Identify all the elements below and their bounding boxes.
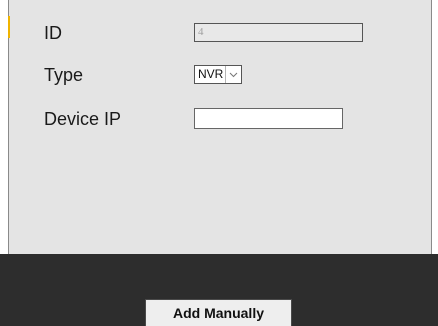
device-ip-label: Device IP xyxy=(44,109,122,129)
accent-marker xyxy=(8,16,10,38)
type-label: Type xyxy=(44,65,84,85)
type-select-value: NVR xyxy=(198,67,224,81)
device-ip-input[interactable] xyxy=(194,108,343,129)
id-label: ID xyxy=(44,23,62,43)
chevron-down-icon[interactable] xyxy=(225,66,241,83)
type-select[interactable]: NVR xyxy=(194,65,243,84)
id-field: 4 xyxy=(194,23,363,42)
add-device-dialog: ID 4 Type NVR Device IP Add Manually xyxy=(0,0,438,326)
add-manually-button[interactable]: Add Manually xyxy=(145,299,292,326)
